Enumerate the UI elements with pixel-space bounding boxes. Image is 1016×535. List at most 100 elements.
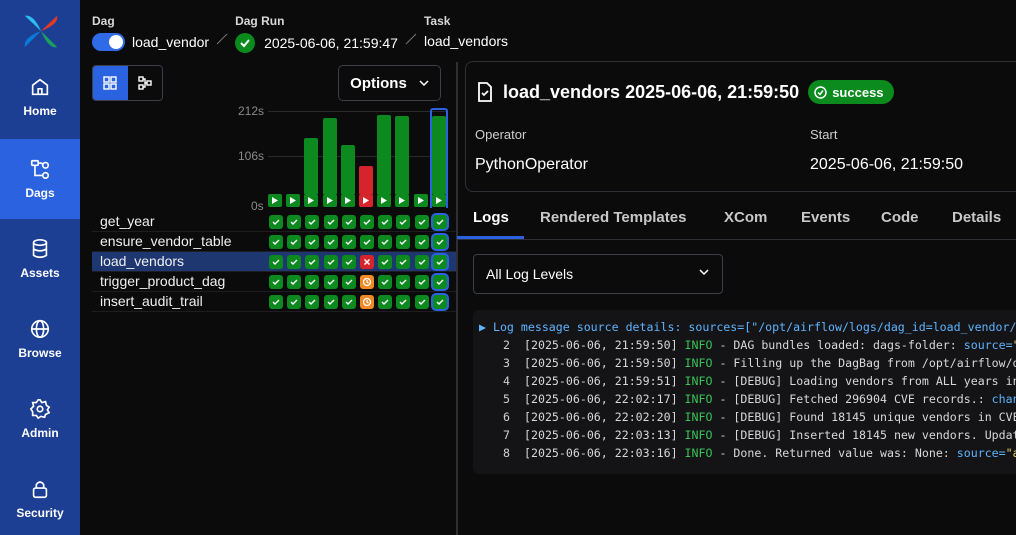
run-play-marker[interactable] <box>359 194 373 207</box>
task-instance-cell[interactable] <box>432 295 447 309</box>
crumb-run-link[interactable]: 2025-06-06, 21:59:47 <box>264 35 398 51</box>
run-play-marker[interactable] <box>322 194 337 207</box>
task-instance-cell[interactable] <box>323 295 338 309</box>
task-instance-cell[interactable] <box>360 235 374 249</box>
task-instance-cell[interactable] <box>341 255 356 269</box>
task-instance-cell[interactable] <box>378 255 393 269</box>
task-instance-cell[interactable] <box>269 235 283 249</box>
tab-logs[interactable]: Logs <box>473 209 509 226</box>
task-instance-cell[interactable] <box>323 235 338 249</box>
task-instance-cell[interactable] <box>269 255 283 269</box>
log-line-number: 3 <box>503 356 510 370</box>
task-instance-cell[interactable] <box>305 235 320 249</box>
nav-dags[interactable]: Dags <box>0 139 80 219</box>
task-row[interactable]: get_year <box>92 212 456 232</box>
task-row-name[interactable]: ensure_vendor_table <box>100 233 232 249</box>
task-instance-cell[interactable] <box>269 295 283 309</box>
task-instance-cell[interactable] <box>414 295 429 309</box>
log-source-details-toggle[interactable]: ▶ Log message source details: sources=["… <box>479 318 1016 336</box>
task-instance-cell[interactable] <box>378 295 393 309</box>
task-row-name[interactable]: get_year <box>100 213 154 229</box>
run-bar[interactable] <box>359 166 373 194</box>
task-instance-cell[interactable] <box>287 235 302 249</box>
task-instance-cell[interactable] <box>414 235 429 249</box>
task-instance-cell[interactable] <box>432 215 447 229</box>
task-instance-cell[interactable] <box>269 215 283 229</box>
task-instance-cell[interactable] <box>414 215 429 229</box>
task-instance-cell[interactable] <box>341 275 356 289</box>
task-instance-cell[interactable] <box>287 255 302 269</box>
graph-view-button[interactable] <box>128 66 163 100</box>
nav-assets[interactable]: Assets <box>0 219 80 299</box>
run-bar[interactable] <box>322 118 337 194</box>
task-row[interactable]: trigger_product_dag <box>92 272 456 292</box>
grid-view-button[interactable] <box>93 66 128 100</box>
task-instance-cell[interactable] <box>269 275 283 289</box>
task-row-name[interactable]: insert_audit_trail <box>100 293 203 309</box>
task-instance-cell[interactable] <box>414 275 429 289</box>
panel-divider[interactable] <box>456 62 458 535</box>
task-instance-cell[interactable] <box>305 215 320 229</box>
task-instance-cell[interactable] <box>360 275 374 289</box>
options-button[interactable]: Options <box>338 65 441 101</box>
task-instance-cell[interactable] <box>341 295 356 309</box>
task-instance-cell[interactable] <box>396 255 411 269</box>
run-play-marker[interactable] <box>340 194 355 207</box>
run-bar[interactable] <box>395 116 410 194</box>
task-instance-cell[interactable] <box>432 235 447 249</box>
nav-browse[interactable]: Browse <box>0 299 80 379</box>
tab-events[interactable]: Events <box>801 209 850 226</box>
crumb-dag-link[interactable]: load_vendor <box>132 34 209 50</box>
task-instance-cell[interactable] <box>378 235 393 249</box>
task-instance-cell[interactable] <box>305 275 320 289</box>
run-play-marker[interactable] <box>413 194 428 207</box>
nav-home[interactable]: Home <box>0 57 80 137</box>
task-instance-cell[interactable] <box>305 255 320 269</box>
task-instance-cell[interactable] <box>360 255 374 269</box>
task-row[interactable]: load_vendors <box>92 252 456 272</box>
task-instance-cell[interactable] <box>323 215 338 229</box>
task-row[interactable]: ensure_vendor_table <box>92 232 456 252</box>
crumb-task-link[interactable]: load_vendors <box>424 33 508 49</box>
log-output[interactable]: ▶ Log message source details: sources=["… <box>473 310 1016 474</box>
task-instance-cell[interactable] <box>432 255 447 269</box>
task-instance-cell[interactable] <box>378 215 393 229</box>
run-bar[interactable] <box>340 144 355 194</box>
task-instance-cell[interactable] <box>323 275 338 289</box>
tab-details[interactable]: Details <box>952 209 1001 226</box>
run-play-marker[interactable] <box>268 194 282 207</box>
task-instance-cell[interactable] <box>378 275 393 289</box>
task-instance-cell[interactable] <box>396 215 411 229</box>
task-instance-cell[interactable] <box>396 295 411 309</box>
task-row-name[interactable]: load_vendors <box>100 253 184 269</box>
run-bar[interactable] <box>304 138 319 194</box>
run-play-marker[interactable] <box>304 194 319 207</box>
task-instance-cell[interactable] <box>360 215 374 229</box>
task-instance-cell[interactable] <box>287 295 302 309</box>
tab-rendered-templates[interactable]: Rendered Templates <box>540 209 686 226</box>
nav-security[interactable]: Security <box>0 459 80 535</box>
task-instance-cell[interactable] <box>414 255 429 269</box>
run-play-marker[interactable] <box>286 194 301 207</box>
task-instance-cell[interactable] <box>287 275 302 289</box>
task-instance-cell[interactable] <box>360 295 374 309</box>
task-row-name[interactable]: trigger_product_dag <box>100 273 225 289</box>
task-instance-cell[interactable] <box>396 235 411 249</box>
task-instance-cell[interactable] <box>432 275 447 289</box>
task-instance-cell[interactable] <box>396 275 411 289</box>
nav-admin[interactable]: Admin <box>0 379 80 459</box>
tab-xcom[interactable]: XCom <box>724 209 767 226</box>
task-instance-cell[interactable] <box>323 255 338 269</box>
dag-pause-toggle[interactable] <box>92 33 125 51</box>
task-row[interactable]: insert_audit_trail <box>92 292 456 312</box>
log-level-select[interactable]: All Log Levels <box>473 254 723 294</box>
airflow-logo-icon[interactable] <box>22 12 60 50</box>
task-instance-cell[interactable] <box>341 215 356 229</box>
run-bar[interactable] <box>377 114 392 194</box>
task-instance-cell[interactable] <box>341 235 356 249</box>
task-instance-cell[interactable] <box>305 295 320 309</box>
task-instance-cell[interactable] <box>287 215 302 229</box>
run-play-marker[interactable] <box>377 194 392 207</box>
tab-code[interactable]: Code <box>881 209 919 226</box>
run-play-marker[interactable] <box>395 194 410 207</box>
